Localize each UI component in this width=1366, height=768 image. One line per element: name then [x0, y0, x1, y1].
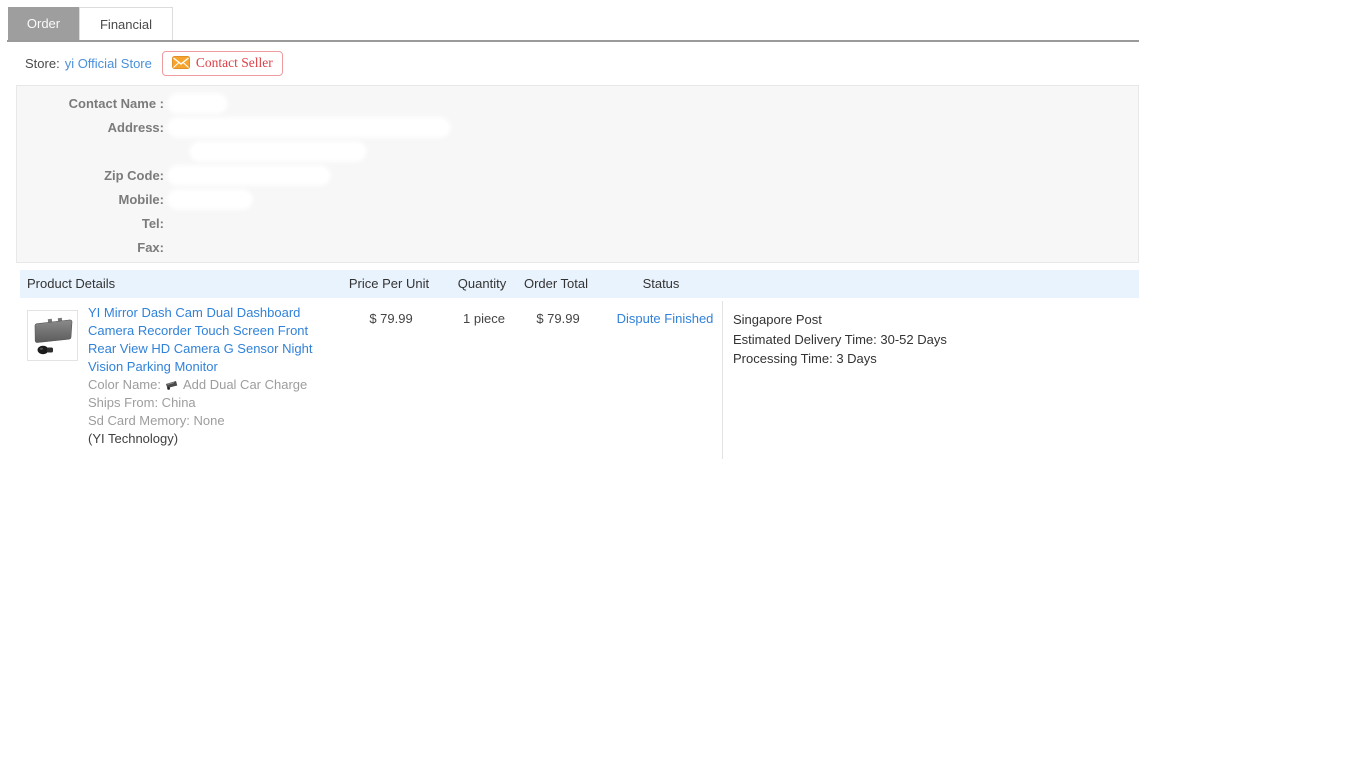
contact-seller-label: Contact Seller [196, 55, 273, 71]
store-name-link[interactable]: yi Official Store [65, 56, 152, 71]
brand-name: (YI Technology) [88, 430, 314, 448]
redacted-contact-name [170, 96, 225, 111]
redacted-zip-code [170, 168, 328, 183]
store-label: Store: [25, 56, 60, 71]
contact-seller-button[interactable]: Contact Seller [162, 51, 283, 76]
product-title-link[interactable]: YI Mirror Dash Cam Dual Dashboard Camera… [88, 304, 314, 376]
address-row: Address: [17, 115, 1138, 139]
color-name-value: Add Dual Car Charge [183, 376, 307, 394]
store-bar: Store: yi Official Store Contact Seller [25, 48, 283, 78]
color-name-attribute: Color Name: Add Dual Car Charge [88, 376, 314, 394]
shipping-cell: Singapore Post Estimated Delivery Time: … [733, 310, 1133, 369]
redacted-mobile [170, 192, 250, 207]
mobile-row: Mobile: [17, 187, 1138, 211]
tab-underline [7, 40, 1139, 42]
envelope-icon [172, 56, 190, 69]
column-separator [722, 301, 723, 459]
contact-name-label: Contact Name : [17, 96, 164, 111]
redacted-address [170, 120, 448, 135]
contact-info-box: Contact Name : Address: Zip Code: Mobile… [16, 85, 1139, 263]
contact-name-row: Contact Name : [17, 91, 1138, 115]
tab-financial[interactable]: Financial [79, 7, 173, 40]
estimated-delivery-time: Estimated Delivery Time: 30-52 Days [733, 330, 1133, 350]
product-thumbnail[interactable] [27, 310, 78, 361]
tel-label: Tel: [17, 216, 164, 231]
zip-code-label: Zip Code: [17, 168, 164, 183]
product-cell: YI Mirror Dash Cam Dual Dashboard Camera… [88, 304, 314, 448]
color-swatch-icon [165, 380, 179, 390]
color-name-label: Color Name: [88, 376, 161, 394]
header-product-details: Product Details [27, 270, 115, 298]
zip-code-row: Zip Code: [17, 163, 1138, 187]
shipping-carrier: Singapore Post [733, 310, 1133, 330]
tab-order[interactable]: Order [8, 7, 79, 40]
mobile-label: Mobile: [17, 192, 164, 207]
order-detail-page: Order Financial Store: yi Official Store… [0, 0, 1366, 768]
order-row: YI Mirror Dash Cam Dual Dashboard Camera… [20, 298, 1139, 462]
tel-row: Tel: [17, 211, 1138, 235]
processing-time: Processing Time: 3 Days [733, 349, 1133, 369]
redacted-address-2 [192, 144, 364, 159]
status-link[interactable]: Dispute Finished [590, 311, 740, 326]
dash-cam-image [29, 312, 76, 359]
price-per-unit-value: $ 79.99 [331, 311, 451, 326]
header-price-per-unit: Price Per Unit [329, 270, 449, 298]
order-table-header: Product Details Price Per Unit Quantity … [20, 270, 1139, 298]
fax-label: Fax: [17, 240, 164, 255]
address-label: Address: [17, 120, 164, 135]
address-row-2 [17, 139, 1138, 163]
sd-card-attribute: Sd Card Memory: None [88, 412, 314, 430]
header-status: Status [586, 270, 736, 298]
order-table: Product Details Price Per Unit Quantity … [20, 270, 1139, 462]
ships-from-attribute: Ships From: China [88, 394, 314, 412]
fax-row: Fax: [17, 235, 1138, 259]
